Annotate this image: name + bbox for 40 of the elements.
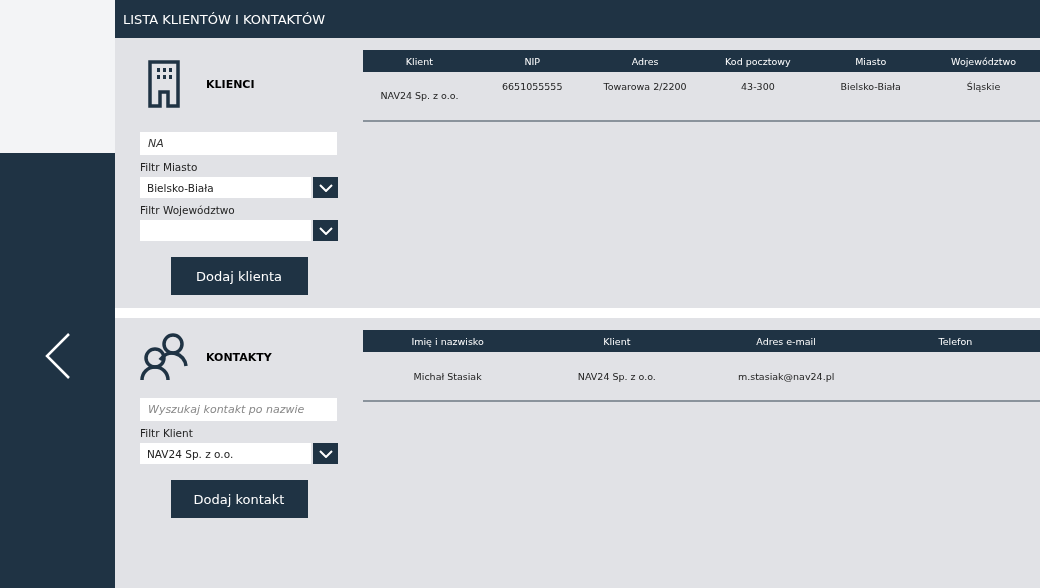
table-cell: NAV24 Sp. z o.o. <box>577 371 656 382</box>
people-icon <box>140 332 188 382</box>
table-cell: m.stasiak@nav24.pl <box>737 371 835 382</box>
page-title: LISTA KLIENTÓW I KONTAKTÓW <box>123 11 326 27</box>
column-header: Klient <box>602 335 632 347</box>
filter-label: Filtr Klient <box>140 427 194 439</box>
column-header: Klient <box>404 55 434 67</box>
table-cell: 43-300 <box>741 81 775 92</box>
table-cell: 6651055555 <box>502 81 563 92</box>
column-header: NIP <box>523 55 542 67</box>
column-header: Adres e-mail <box>755 335 817 347</box>
dropdown-button[interactable] <box>313 220 338 241</box>
table-cell: Śląskie <box>966 81 1001 92</box>
dropdown-field[interactable]: NAV24 Sp. z o.o. <box>140 443 311 464</box>
search-field[interactable]: NA <box>140 132 337 155</box>
section-title: KLIENCI <box>206 77 255 91</box>
section-title: KONTAKTY <box>206 350 272 364</box>
chevron-down-icon <box>318 183 333 192</box>
search-field[interactable]: Wyszukaj kontakt po nazwie <box>140 398 337 421</box>
column-header: Miasto <box>854 55 888 67</box>
dropdown-field[interactable]: Bielsko-Biała <box>140 177 311 198</box>
dropdown-button[interactable] <box>313 443 338 464</box>
filter-label: Filtr Województwo <box>140 204 236 216</box>
table-cell: Towarowa 2/2200 <box>603 81 687 92</box>
column-header: Województwo <box>950 55 1018 67</box>
add-button[interactable]: Dodaj kontakt <box>170 480 308 518</box>
filter-label: Filtr Miasto <box>140 161 199 173</box>
chevron-down-icon <box>318 226 333 235</box>
building-icon <box>148 60 180 108</box>
dropdown-button[interactable] <box>313 177 338 198</box>
column-header: Telefon <box>937 335 974 347</box>
column-header: Imię i nazwisko <box>410 335 485 347</box>
table-cell: Bielsko-Biała <box>840 81 901 92</box>
column-header: Adres <box>630 55 660 67</box>
column-header: Kod pocztowy <box>724 55 792 67</box>
table-cell: NAV24 Sp. z o.o. <box>380 90 459 101</box>
chevron-down-icon <box>318 449 333 458</box>
dropdown-field[interactable] <box>140 220 311 241</box>
table-cell: Michał Stasiak <box>413 371 482 382</box>
add-button[interactable]: Dodaj klienta <box>170 257 308 295</box>
